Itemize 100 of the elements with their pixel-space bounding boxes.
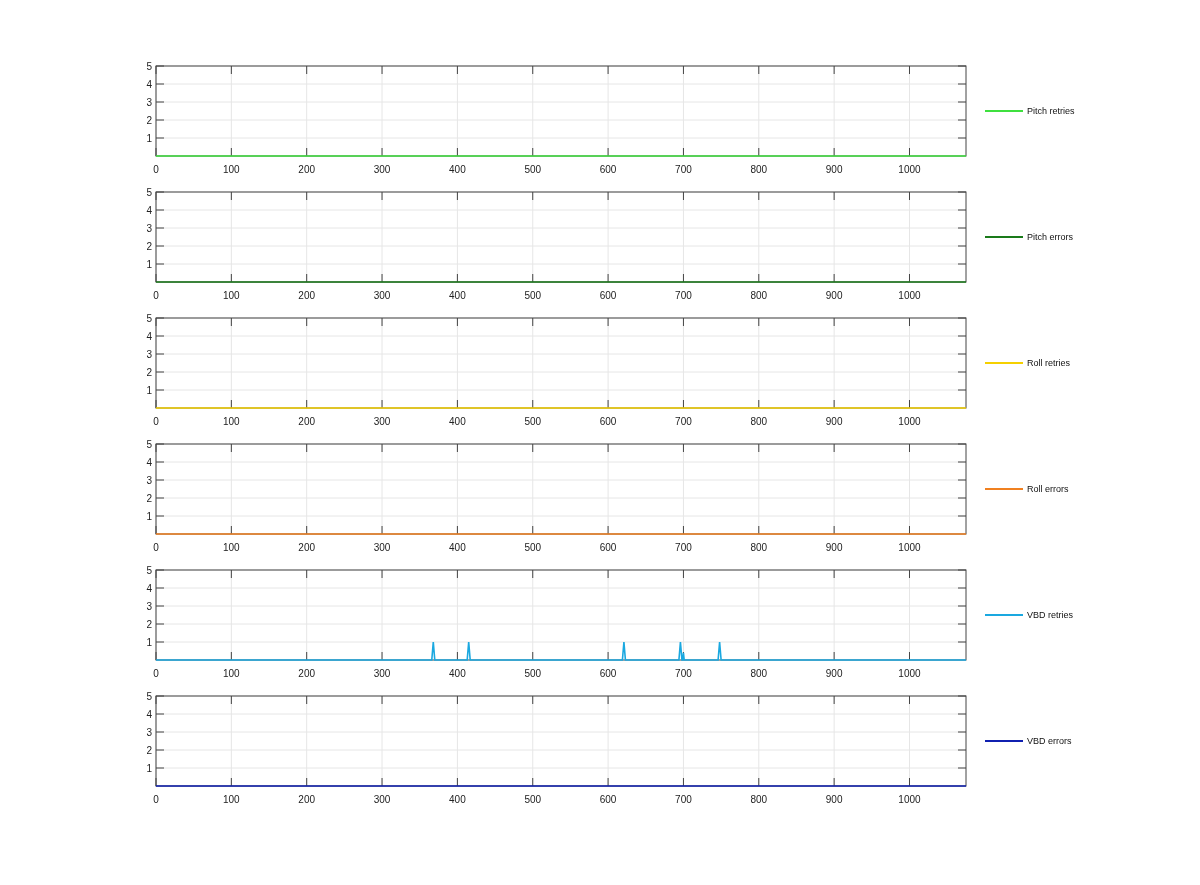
y-tick-label: 4 <box>146 456 152 468</box>
x-tick-label: 700 <box>675 794 692 805</box>
y-tick-label: 2 <box>146 618 152 630</box>
x-tick-label: 300 <box>373 668 391 679</box>
x-tick-label: 100 <box>223 290 240 301</box>
x-tick-label: 400 <box>449 290 466 301</box>
x-tick-label: 0 <box>153 290 159 301</box>
y-tick-label: 3 <box>146 600 152 612</box>
y-tick-label: 3 <box>146 222 152 234</box>
x-tick-label: 800 <box>750 794 768 805</box>
x-tick-label: 0 <box>153 164 159 175</box>
y-tick-label: 3 <box>146 348 152 360</box>
legend-label: VBD errors <box>1027 735 1072 747</box>
y-tick-label: 5 <box>146 690 152 702</box>
x-tick-label: 100 <box>223 542 240 553</box>
x-tick-label: 300 <box>373 542 391 553</box>
x-tick-label: 600 <box>599 164 617 175</box>
x-tick-label: 900 <box>825 164 843 175</box>
x-tick-label: 0 <box>153 668 159 679</box>
x-tick-label: 100 <box>223 416 240 427</box>
y-tick-label: 2 <box>146 114 152 126</box>
x-tick-label: 800 <box>750 416 768 427</box>
x-tick-label: 800 <box>750 290 768 301</box>
x-tick-label: 200 <box>298 668 316 679</box>
y-tick-label: 2 <box>146 240 152 252</box>
y-tick-label: 2 <box>146 366 152 378</box>
y-tick-label: 5 <box>146 186 152 198</box>
x-tick-label: 300 <box>373 794 391 805</box>
x-tick-label: 600 <box>599 542 617 553</box>
y-tick-label: 3 <box>146 474 152 486</box>
x-tick-label: 100 <box>223 668 240 679</box>
legend-label: Roll retries <box>1027 357 1070 369</box>
x-tick-label: 1000 <box>898 794 921 805</box>
legend-label: Pitch retries <box>1027 105 1075 117</box>
y-tick-label: 1 <box>146 762 152 774</box>
y-tick-label: 3 <box>146 726 152 738</box>
x-tick-label: 900 <box>825 542 843 553</box>
x-tick-label: 300 <box>373 290 391 301</box>
y-tick-label: 5 <box>146 564 152 576</box>
y-tick-label: 3 <box>146 96 152 108</box>
x-tick-label: 500 <box>524 290 542 301</box>
y-tick-label: 5 <box>146 438 152 450</box>
x-tick-label: 100 <box>223 794 240 805</box>
x-tick-label: 900 <box>825 290 843 301</box>
x-tick-label: 700 <box>675 668 692 679</box>
legend-label: VBD retries <box>1027 609 1073 621</box>
x-tick-label: 500 <box>524 794 542 805</box>
x-tick-label: 500 <box>524 542 542 553</box>
y-tick-label: 5 <box>146 312 152 324</box>
y-tick-label: 4 <box>146 204 152 216</box>
x-tick-label: 200 <box>298 416 316 427</box>
x-tick-label: 900 <box>825 794 843 805</box>
x-tick-label: 200 <box>298 164 316 175</box>
x-tick-label: 400 <box>449 668 466 679</box>
x-tick-label: 900 <box>825 668 843 679</box>
y-tick-label: 1 <box>146 510 152 522</box>
x-tick-label: 800 <box>750 542 768 553</box>
x-tick-label: 200 <box>298 290 316 301</box>
x-tick-label: 800 <box>750 164 768 175</box>
x-tick-label: 700 <box>675 416 692 427</box>
x-tick-label: 600 <box>599 794 617 805</box>
x-tick-label: 700 <box>675 164 692 175</box>
x-tick-label: 500 <box>524 164 542 175</box>
y-tick-label: 1 <box>146 258 152 270</box>
y-tick-label: 4 <box>146 78 152 90</box>
x-tick-label: 1000 <box>898 416 921 427</box>
x-tick-label: 600 <box>599 290 617 301</box>
legend-label: Pitch errors <box>1027 231 1073 243</box>
x-tick-label: 500 <box>524 416 542 427</box>
x-tick-label: 600 <box>599 416 617 427</box>
y-tick-label: 2 <box>146 744 152 756</box>
y-tick-label: 5 <box>146 60 152 72</box>
x-tick-label: 1000 <box>898 542 921 553</box>
legend-label: Roll errors <box>1027 483 1069 495</box>
x-tick-label: 400 <box>449 794 466 805</box>
x-tick-label: 0 <box>153 794 159 805</box>
x-tick-label: 500 <box>524 668 542 679</box>
x-tick-label: 200 <box>298 542 316 553</box>
y-tick-label: 4 <box>146 582 152 594</box>
x-tick-label: 0 <box>153 542 159 553</box>
y-tick-label: 1 <box>146 636 152 648</box>
x-tick-label: 400 <box>449 542 466 553</box>
x-tick-label: 900 <box>825 416 843 427</box>
y-tick-label: 4 <box>146 708 152 720</box>
x-tick-label: 300 <box>373 164 391 175</box>
y-tick-label: 1 <box>146 384 152 396</box>
y-tick-label: 4 <box>146 330 152 342</box>
x-tick-label: 600 <box>599 668 617 679</box>
y-tick-label: 1 <box>146 132 152 144</box>
x-tick-label: 1000 <box>898 164 921 175</box>
y-tick-label: 2 <box>146 492 152 504</box>
x-tick-label: 700 <box>675 542 692 553</box>
x-tick-label: 400 <box>449 164 466 175</box>
x-tick-label: 0 <box>153 416 159 427</box>
x-tick-label: 300 <box>373 416 391 427</box>
x-tick-label: 700 <box>675 290 692 301</box>
x-tick-label: 1000 <box>898 290 921 301</box>
x-tick-label: 200 <box>298 794 316 805</box>
x-tick-label: 800 <box>750 668 768 679</box>
x-tick-label: 100 <box>223 164 240 175</box>
